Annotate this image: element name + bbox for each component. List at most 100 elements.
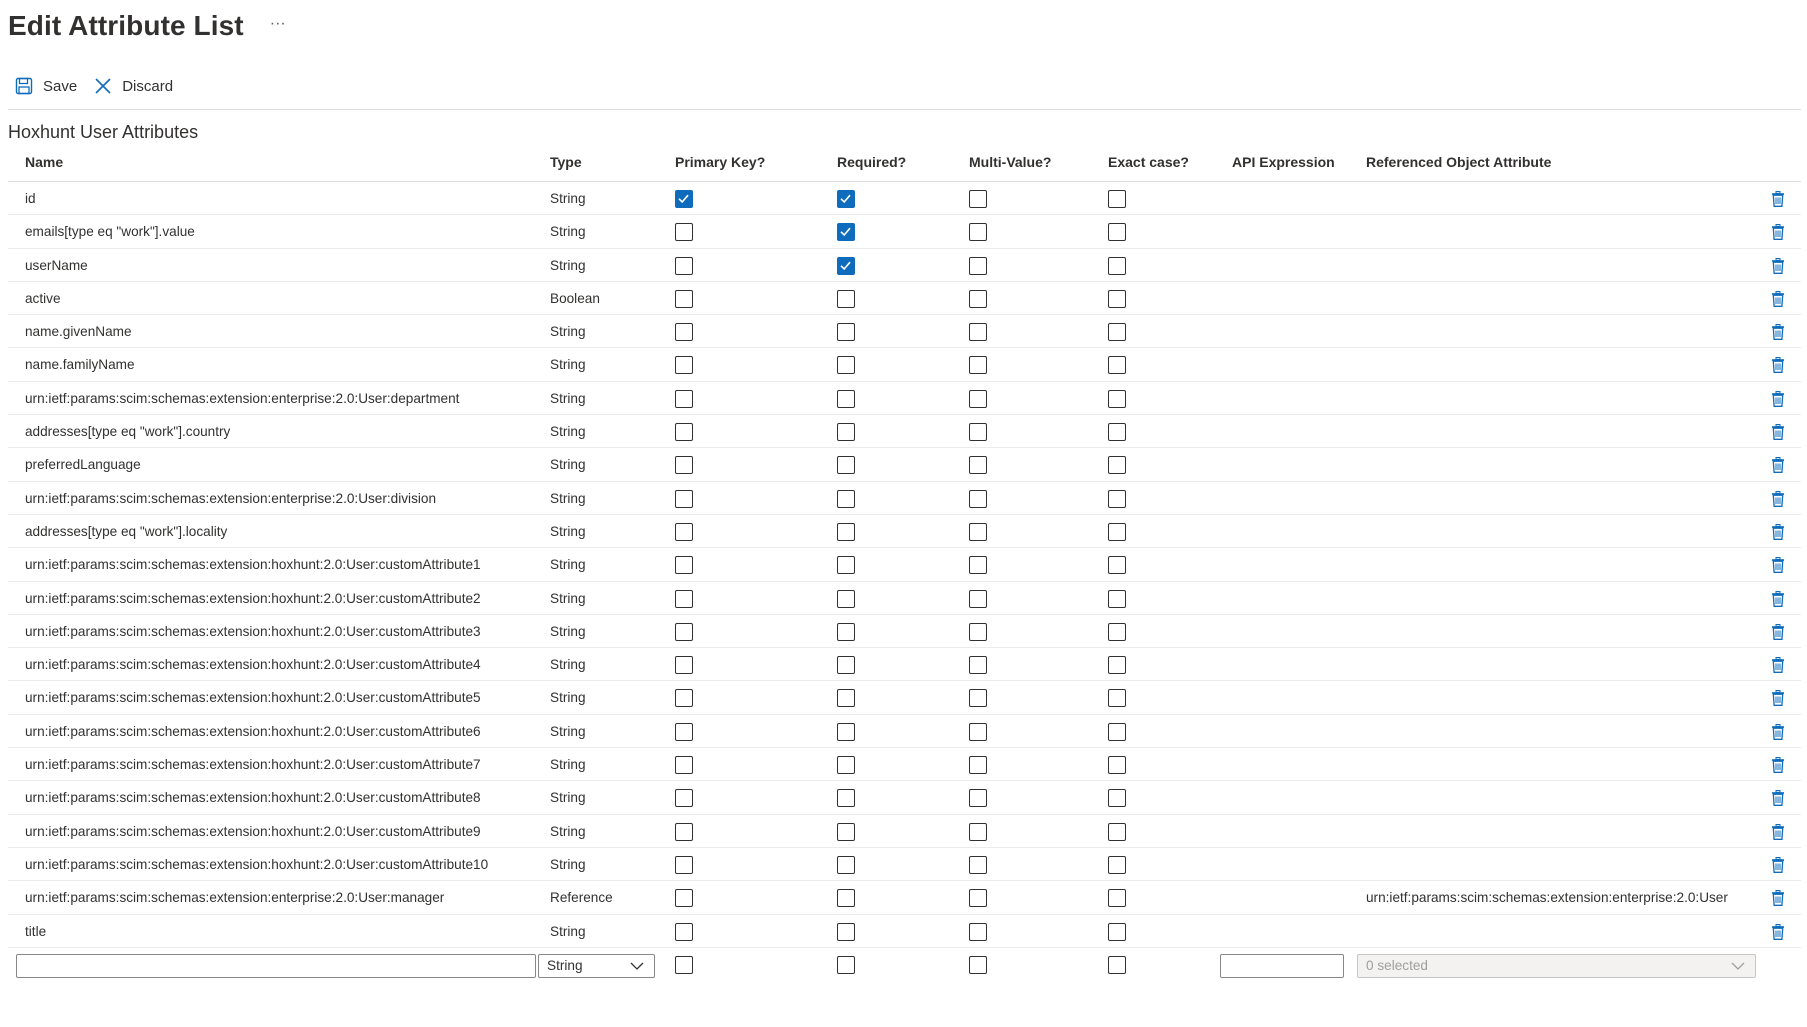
exact-case-checkbox[interactable] — [1108, 855, 1126, 874]
trash-icon[interactable] — [1769, 190, 1787, 208]
trash-icon[interactable] — [1769, 889, 1787, 907]
multi-value-checkbox[interactable] — [969, 256, 987, 275]
new-primary-key-checkbox[interactable] — [675, 955, 693, 974]
trash-icon[interactable] — [1769, 257, 1787, 275]
exact-case-checkbox[interactable] — [1108, 822, 1126, 841]
primary-key-checkbox[interactable] — [675, 323, 693, 342]
more-options-icon[interactable]: ··· — [270, 15, 286, 33]
table-row[interactable]: urn:ietf:params:scim:schemas:extension:h… — [8, 648, 1801, 682]
table-row[interactable]: urn:ietf:params:scim:schemas:extension:h… — [8, 748, 1801, 782]
table-row[interactable]: name.familyName String — [8, 348, 1801, 382]
required-checkbox[interactable] — [837, 223, 855, 242]
table-row[interactable]: emails[type eq "work"].value String — [8, 215, 1801, 249]
exact-case-checkbox[interactable] — [1108, 889, 1126, 908]
primary-key-checkbox[interactable] — [675, 456, 693, 475]
new-exact-case-checkbox[interactable] — [1108, 955, 1126, 974]
multi-value-checkbox[interactable] — [969, 556, 987, 575]
required-checkbox[interactable] — [837, 922, 855, 941]
new-api-expression-input[interactable] — [1220, 953, 1344, 978]
primary-key-checkbox[interactable] — [675, 356, 693, 375]
required-checkbox[interactable] — [837, 423, 855, 442]
trash-icon[interactable] — [1769, 490, 1787, 508]
multi-value-checkbox[interactable] — [969, 423, 987, 442]
multi-value-checkbox[interactable] — [969, 589, 987, 608]
table-row[interactable]: urn:ietf:params:scim:schemas:extension:h… — [8, 615, 1801, 649]
trash-icon[interactable] — [1769, 323, 1787, 341]
table-row[interactable]: urn:ietf:params:scim:schemas:extension:h… — [8, 681, 1801, 715]
multi-value-checkbox[interactable] — [969, 889, 987, 908]
exact-case-checkbox[interactable] — [1108, 389, 1126, 408]
primary-key-checkbox[interactable] — [675, 689, 693, 708]
exact-case-checkbox[interactable] — [1108, 722, 1126, 741]
primary-key-checkbox[interactable] — [675, 789, 693, 808]
required-checkbox[interactable] — [837, 622, 855, 641]
exact-case-checkbox[interactable] — [1108, 622, 1126, 641]
exact-case-checkbox[interactable] — [1108, 256, 1126, 275]
primary-key-checkbox[interactable] — [675, 256, 693, 275]
multi-value-checkbox[interactable] — [969, 822, 987, 841]
required-checkbox[interactable] — [837, 323, 855, 342]
trash-icon[interactable] — [1769, 623, 1787, 641]
required-checkbox[interactable] — [837, 722, 855, 741]
exact-case-checkbox[interactable] — [1108, 456, 1126, 475]
multi-value-checkbox[interactable] — [969, 522, 987, 541]
table-row[interactable]: addresses[type eq "work"].locality String — [8, 515, 1801, 549]
primary-key-checkbox[interactable] — [675, 423, 693, 442]
primary-key-checkbox[interactable] — [675, 822, 693, 841]
primary-key-checkbox[interactable] — [675, 190, 693, 208]
multi-value-checkbox[interactable] — [969, 289, 987, 308]
new-attribute-name-input[interactable] — [16, 953, 536, 978]
exact-case-checkbox[interactable] — [1108, 522, 1126, 541]
table-row[interactable]: title String — [8, 915, 1801, 948]
required-checkbox[interactable] — [837, 522, 855, 541]
exact-case-checkbox[interactable] — [1108, 223, 1126, 242]
primary-key-checkbox[interactable] — [675, 722, 693, 741]
primary-key-checkbox[interactable] — [675, 522, 693, 541]
new-multi-value-checkbox[interactable] — [969, 955, 987, 974]
required-checkbox[interactable] — [837, 190, 855, 208]
required-checkbox[interactable] — [837, 822, 855, 841]
required-checkbox[interactable] — [837, 889, 855, 908]
required-checkbox[interactable] — [837, 489, 855, 508]
trash-icon[interactable] — [1769, 789, 1787, 807]
multi-value-checkbox[interactable] — [969, 722, 987, 741]
multi-value-checkbox[interactable] — [969, 689, 987, 708]
table-row[interactable]: urn:ietf:params:scim:schemas:extension:e… — [8, 482, 1801, 515]
primary-key-checkbox[interactable] — [675, 756, 693, 775]
exact-case-checkbox[interactable] — [1108, 190, 1126, 208]
trash-icon[interactable] — [1769, 823, 1787, 841]
table-row[interactable]: urn:ietf:params:scim:schemas:extension:h… — [8, 715, 1801, 749]
new-required-checkbox[interactable] — [837, 955, 855, 974]
trash-icon[interactable] — [1769, 423, 1787, 441]
exact-case-checkbox[interactable] — [1108, 556, 1126, 575]
required-checkbox[interactable] — [837, 389, 855, 408]
trash-icon[interactable] — [1769, 523, 1787, 541]
required-checkbox[interactable] — [837, 589, 855, 608]
exact-case-checkbox[interactable] — [1108, 489, 1126, 508]
required-checkbox[interactable] — [837, 756, 855, 775]
trash-icon[interactable] — [1769, 856, 1787, 874]
table-row[interactable]: preferredLanguage String — [8, 448, 1801, 482]
exact-case-checkbox[interactable] — [1108, 423, 1126, 442]
trash-icon[interactable] — [1769, 556, 1787, 574]
required-checkbox[interactable] — [837, 689, 855, 708]
multi-value-checkbox[interactable] — [969, 323, 987, 342]
trash-icon[interactable] — [1769, 456, 1787, 474]
primary-key-checkbox[interactable] — [675, 489, 693, 508]
table-row[interactable]: urn:ietf:params:scim:schemas:extension:e… — [8, 382, 1801, 416]
exact-case-checkbox[interactable] — [1108, 289, 1126, 308]
required-checkbox[interactable] — [837, 556, 855, 575]
table-row[interactable]: userName String — [8, 249, 1801, 282]
exact-case-checkbox[interactable] — [1108, 789, 1126, 808]
discard-button[interactable]: Discard — [93, 76, 173, 96]
trash-icon[interactable] — [1769, 356, 1787, 374]
required-checkbox[interactable] — [837, 855, 855, 874]
exact-case-checkbox[interactable] — [1108, 589, 1126, 608]
required-checkbox[interactable] — [837, 289, 855, 308]
exact-case-checkbox[interactable] — [1108, 656, 1126, 675]
table-row[interactable]: urn:ietf:params:scim:schemas:extension:e… — [8, 881, 1801, 915]
required-checkbox[interactable] — [837, 656, 855, 675]
exact-case-checkbox[interactable] — [1108, 756, 1126, 775]
trash-icon[interactable] — [1769, 223, 1787, 241]
trash-icon[interactable] — [1769, 689, 1787, 707]
